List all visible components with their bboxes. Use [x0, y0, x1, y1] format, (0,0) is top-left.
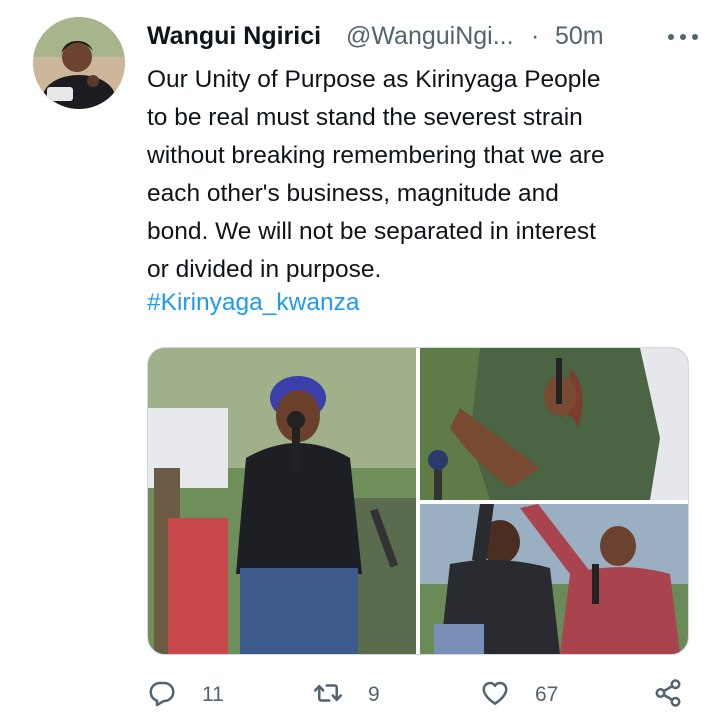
retweet-count: 9: [368, 683, 380, 706]
author-name[interactable]: Wangui Ngirici: [147, 22, 321, 51]
share-icon: [653, 678, 683, 713]
heart-icon: [480, 678, 510, 713]
reply-count: 11: [202, 683, 224, 706]
tweet-text-line: or divided in purpose.: [147, 256, 382, 283]
reply-button[interactable]: 11: [147, 675, 224, 715]
tweet-actions: 11 9 67: [147, 675, 692, 715]
more-horizontal-icon[interactable]: [666, 25, 700, 49]
tweet-text-line: Our Unity of Purpose as Kirinyaga People: [147, 66, 601, 93]
separator-dot: ·: [531, 22, 540, 50]
tweet-timestamp[interactable]: 50m: [555, 22, 604, 51]
reply-icon: [147, 678, 177, 713]
like-button[interactable]: 67: [480, 675, 558, 715]
retweet-button[interactable]: 9: [313, 675, 380, 715]
media-grid: [147, 347, 689, 655]
retweet-icon: [313, 678, 343, 713]
share-button[interactable]: [653, 675, 683, 715]
tweet-text-line: to be real must stand the severest strai…: [147, 104, 583, 131]
photo-man-green-shirt[interactable]: [420, 348, 688, 500]
tweet-text-line: bond. We will not be separated in intere…: [147, 218, 596, 245]
tweet-text: Our Unity of Purpose as Kirinyaga People…: [147, 61, 692, 289]
photo-two-men-waving[interactable]: [420, 504, 688, 654]
hashtag-link[interactable]: #Kirinyaga_kwanza: [147, 289, 359, 317]
avatar-image: [33, 17, 125, 109]
photo-woman-speaking[interactable]: [148, 348, 416, 654]
like-count: 67: [535, 683, 559, 706]
author-avatar[interactable]: [33, 17, 125, 109]
tweet-text-line: without breaking remembering that we are: [147, 142, 605, 169]
author-handle[interactable]: @WanguiNgi...: [346, 22, 514, 51]
tweet-text-line: each other's business, magnitude and: [147, 180, 559, 207]
tweet-header: Wangui Ngirici @WanguiNgi... · 50m: [147, 22, 700, 54]
